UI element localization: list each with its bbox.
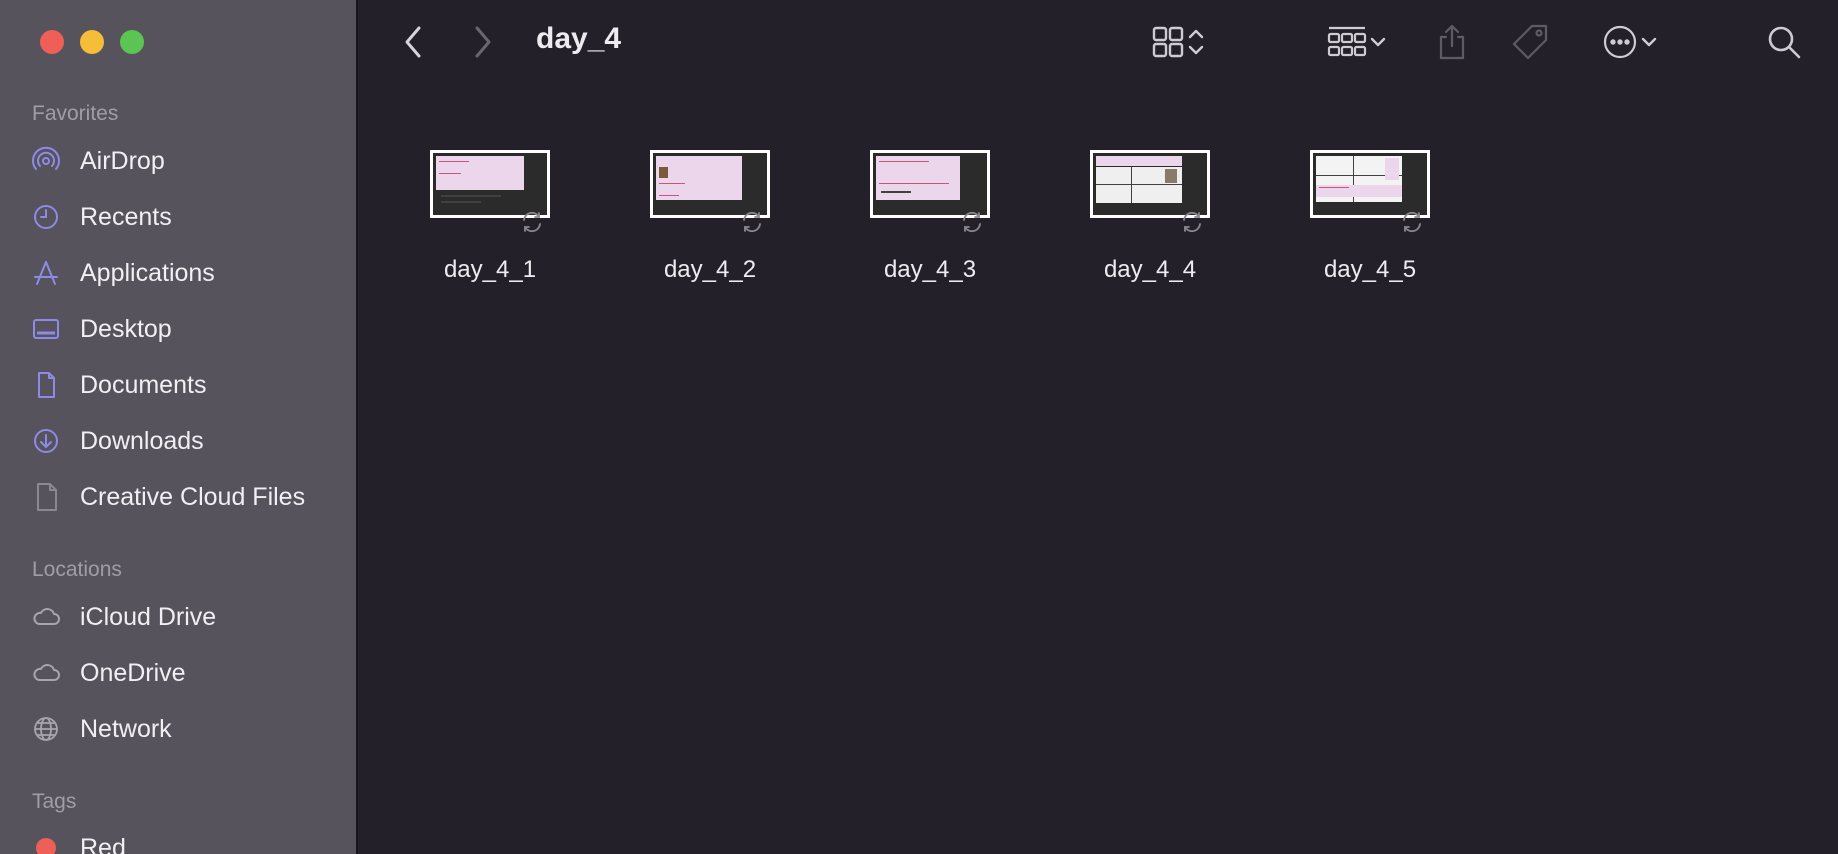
tags-heading: Tags (32, 790, 77, 813)
document-icon (30, 369, 62, 401)
sidebar-item-label: Red (80, 833, 126, 854)
sync-icon (523, 211, 541, 233)
sidebar-item-documents[interactable]: Documents (30, 362, 348, 408)
share-icon (1439, 24, 1465, 60)
sidebar-item-network[interactable]: Network (30, 706, 348, 752)
sidebar-item-label: Desktop (80, 314, 172, 343)
file-item[interactable]: day_4_1 (400, 150, 580, 300)
view-mode-button[interactable] (1144, 20, 1214, 64)
sidebar: Favorites AirDrop Recents Applications D… (0, 0, 358, 854)
sidebar-item-label: Documents (80, 370, 207, 399)
sidebar-item-label: Creative Cloud Files (80, 482, 306, 511)
more-actions-button[interactable] (1594, 20, 1668, 64)
sync-icon (1403, 211, 1421, 233)
sidebar-item-applications[interactable]: Applications (30, 250, 348, 296)
cloud-icon (30, 601, 62, 633)
sidebar-item-label: OneDrive (80, 658, 186, 687)
chevron-left-icon (405, 26, 421, 58)
file-thumbnail (650, 150, 770, 218)
sidebar-item-airdrop[interactable]: AirDrop (30, 138, 348, 184)
sidebar-item-label: Recents (80, 202, 172, 231)
sidebar-item-recents[interactable]: Recents (30, 194, 348, 240)
finder-window: Favorites AirDrop Recents Applications D… (0, 0, 1838, 854)
file-item[interactable]: day_4_5 (1280, 150, 1460, 300)
sidebar-item-icloud-drive[interactable]: iCloud Drive (30, 594, 348, 640)
sync-icon (1183, 211, 1201, 233)
group-button[interactable] (1318, 20, 1398, 64)
sidebar-item-label: Network (80, 714, 172, 743)
file-name: day_4_3 (883, 256, 977, 283)
sidebar-item-label: Applications (80, 258, 215, 287)
chevron-down-icon (1641, 37, 1657, 47)
chevron-updown-icon (1188, 29, 1204, 55)
tag-icon (1512, 24, 1548, 60)
sidebar-item-onedrive[interactable]: OneDrive (30, 650, 348, 696)
sidebar-item-downloads[interactable]: Downloads (30, 418, 348, 464)
file-thumbnail (430, 150, 550, 218)
close-button[interactable] (40, 30, 64, 54)
search-icon (1768, 26, 1801, 59)
sidebar-item-desktop[interactable]: Desktop (30, 306, 348, 352)
cloud-icon (30, 657, 62, 689)
file-item[interactable]: day_4_3 (840, 150, 1020, 300)
back-button[interactable] (398, 20, 428, 64)
file-thumbnail (870, 150, 990, 218)
tag-button[interactable] (1508, 20, 1552, 64)
window-title: day_4 (536, 22, 622, 55)
sidebar-item-label: Downloads (80, 426, 204, 455)
grid-view-icon (1152, 26, 1184, 58)
share-button[interactable] (1432, 20, 1472, 64)
sidebar-item-creative-cloud-files[interactable]: Creative Cloud Files (30, 474, 348, 520)
sync-icon (963, 211, 981, 233)
sync-icon (743, 211, 761, 233)
window-controls (40, 30, 144, 54)
sidebar-item-label: iCloud Drive (80, 602, 217, 631)
file-icon (30, 481, 62, 513)
toolbar: day_4 (358, 0, 1838, 84)
ellipsis-circle-icon (1603, 25, 1637, 59)
file-item[interactable]: day_4_4 (1060, 150, 1240, 300)
zoom-button[interactable] (120, 30, 144, 54)
favorites-heading: Favorites (32, 102, 119, 125)
file-item[interactable]: day_4_2 (620, 150, 800, 300)
search-button[interactable] (1764, 20, 1804, 64)
download-icon (30, 425, 62, 457)
minimize-button[interactable] (80, 30, 104, 54)
globe-icon (30, 713, 62, 745)
file-name: day_4_5 (1323, 256, 1417, 283)
file-thumbnail (1090, 150, 1210, 218)
applications-icon (30, 257, 62, 289)
tag-color-dot (36, 838, 56, 854)
chevron-down-icon (1370, 37, 1386, 47)
desktop-icon (30, 313, 62, 345)
file-name: day_4_2 (663, 256, 757, 283)
sidebar-item-label: AirDrop (80, 146, 165, 175)
file-name: day_4_4 (1103, 256, 1197, 283)
red-tag-icon (30, 832, 62, 854)
group-icon (1327, 26, 1367, 57)
locations-heading: Locations (32, 558, 122, 581)
forward-button[interactable] (468, 20, 498, 64)
clock-icon (30, 201, 62, 233)
file-thumbnail (1310, 150, 1430, 218)
file-name: day_4_1 (443, 256, 537, 283)
sidebar-item-tag-red[interactable]: Red (30, 825, 348, 854)
airdrop-icon (30, 145, 62, 177)
chevron-right-icon (475, 26, 491, 58)
